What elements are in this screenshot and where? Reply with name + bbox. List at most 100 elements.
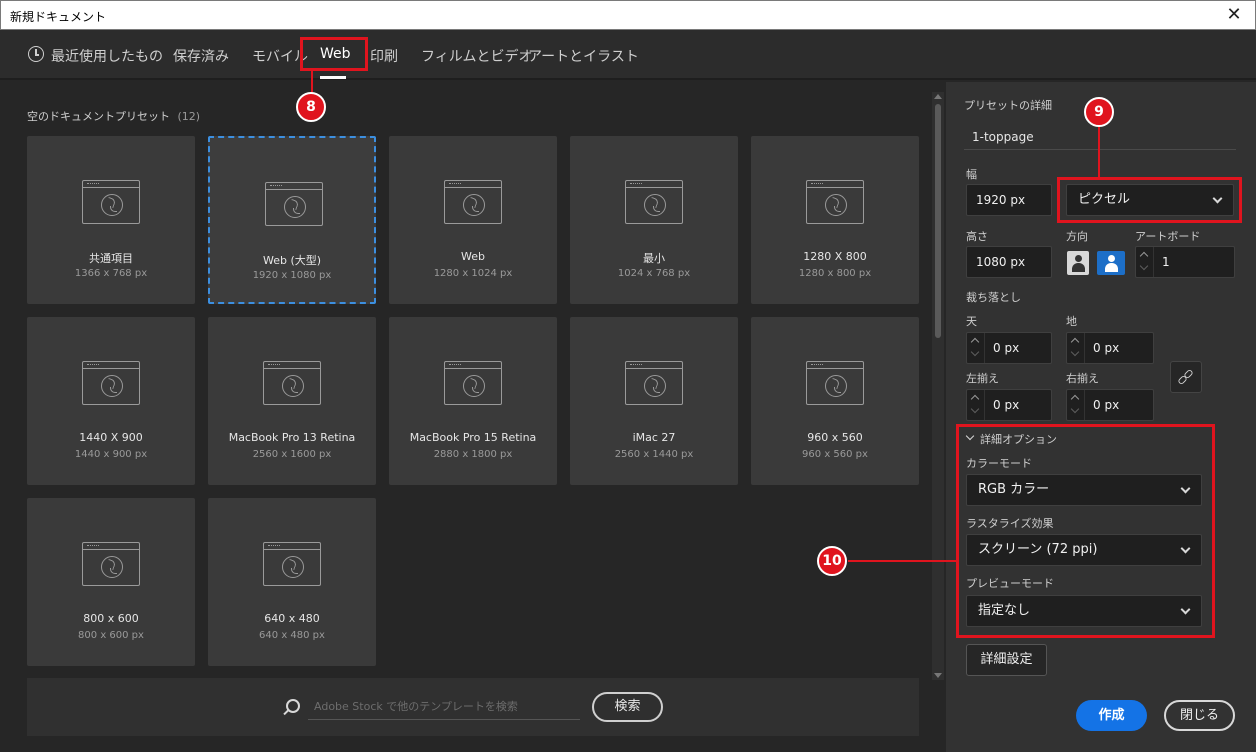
web-template-icon xyxy=(625,361,683,405)
height-label: 高さ xyxy=(966,230,988,243)
annotation-marker-10: 10 xyxy=(817,546,847,576)
preset-card-size: 1280 x 1024 px xyxy=(433,268,513,279)
preset-card-name: Web xyxy=(461,250,485,263)
preset-count: (12) xyxy=(177,110,201,123)
annotation-line-9 xyxy=(1098,127,1100,178)
stepper-arrows-icon[interactable] xyxy=(967,333,985,363)
stepper-arrows-icon[interactable] xyxy=(967,390,985,420)
preset-card-size: 1024 x 768 px xyxy=(617,268,691,279)
orientation-label: 方向 xyxy=(1066,230,1088,243)
web-template-icon xyxy=(625,180,683,224)
preset-card[interactable]: 1280 X 800 1280 x 800 px xyxy=(751,136,919,304)
preset-card-name: 共通項目 xyxy=(89,252,133,265)
bleed-top-value: 0 px xyxy=(993,341,1020,355)
web-template-icon xyxy=(806,361,864,405)
preset-card-size: 1440 x 900 px xyxy=(74,449,148,460)
preset-card-name: iMac 27 xyxy=(632,431,676,444)
bleed-top-label: 天 xyxy=(966,315,977,328)
stepper-arrows-icon[interactable] xyxy=(1067,333,1085,363)
annotation-line-10 xyxy=(848,560,956,562)
preset-card-size: 1366 x 768 px xyxy=(74,268,148,279)
close-button[interactable]: 閉じる xyxy=(1164,700,1235,731)
preset-card-name: 最小 xyxy=(643,252,665,265)
bleed-left-label: 左揃え xyxy=(966,372,999,385)
preset-card-name: 800 x 600 xyxy=(83,612,139,625)
bleed-label: 裁ち落とし xyxy=(966,291,1021,304)
stepper-arrows-icon[interactable] xyxy=(1136,247,1154,277)
width-field[interactable]: 1920 px xyxy=(966,184,1052,216)
scroll-down-icon[interactable] xyxy=(934,673,942,678)
preset-card-name: 1440 X 900 xyxy=(79,431,143,444)
preset-card[interactable]: Web (大型) 1920 x 1080 px xyxy=(208,136,376,304)
preset-card[interactable]: 640 x 480 640 x 480 px xyxy=(208,498,376,666)
preset-card-name: Web (大型) xyxy=(262,254,322,267)
window-title: 新規ドキュメント xyxy=(10,10,107,24)
preset-scrollbar[interactable] xyxy=(932,92,944,680)
web-template-icon xyxy=(444,361,502,405)
scroll-up-icon[interactable] xyxy=(934,94,942,99)
stepper-arrows-icon[interactable] xyxy=(1067,390,1085,420)
preset-card[interactable]: Web 1280 x 1024 px xyxy=(389,136,557,304)
create-button[interactable]: 作成 xyxy=(1076,700,1147,731)
preset-card-name: 1280 X 800 xyxy=(803,250,867,263)
artboard-label: アートボード xyxy=(1135,230,1201,243)
preset-card[interactable]: 1440 X 900 1440 x 900 px xyxy=(27,317,195,485)
web-template-icon xyxy=(82,180,140,224)
preset-card[interactable]: 960 x 560 960 x 560 px xyxy=(751,317,919,485)
scroll-thumb[interactable] xyxy=(935,104,941,338)
preset-card[interactable]: 共通項目 1366 x 768 px xyxy=(27,136,195,304)
portrait-orientation-icon[interactable] xyxy=(1067,251,1089,275)
bleed-top-stepper[interactable]: 0 px xyxy=(966,332,1052,364)
bleed-right-stepper[interactable]: 0 px xyxy=(1066,389,1154,421)
height-field[interactable]: 1080 px xyxy=(966,246,1052,278)
preset-name-field[interactable]: 1-toppage xyxy=(964,124,1236,150)
close-icon[interactable]: ✕ xyxy=(1223,4,1245,26)
preset-card-size: 800 x 600 px xyxy=(78,630,144,641)
link-bleed-button[interactable] xyxy=(1170,361,1202,393)
preset-card-size: 1920 x 1080 px xyxy=(252,270,332,281)
tab-saved[interactable]: 保存済み xyxy=(173,46,229,66)
web-template-icon xyxy=(444,180,502,224)
bleed-left-value: 0 px xyxy=(993,398,1020,412)
bleed-bottom-value: 0 px xyxy=(1093,341,1120,355)
landscape-orientation-icon[interactable] xyxy=(1097,251,1125,275)
preset-card-name: MacBook Pro 15 Retina xyxy=(409,431,537,444)
preset-card[interactable]: MacBook Pro 15 Retina 2880 x 1800 px xyxy=(389,317,557,485)
width-label: 幅 xyxy=(966,168,977,181)
bleed-left-stepper[interactable]: 0 px xyxy=(966,389,1052,421)
web-template-icon xyxy=(263,542,321,586)
search-button[interactable]: 検索 xyxy=(592,692,663,722)
web-template-icon xyxy=(82,542,140,586)
bleed-right-value: 0 px xyxy=(1093,398,1120,412)
preset-card-size: 2560 x 1440 px xyxy=(614,449,694,460)
artboard-stepper[interactable]: 1 xyxy=(1135,246,1235,278)
annotation-marker-9: 9 xyxy=(1084,97,1114,127)
title-bar: 新規ドキュメント ✕ xyxy=(0,0,1256,30)
preset-card-size: 960 x 560 px xyxy=(802,449,868,460)
bleed-bottom-stepper[interactable]: 0 px xyxy=(1066,332,1154,364)
web-template-icon xyxy=(265,182,323,226)
active-tab-indicator xyxy=(320,76,346,79)
preset-card-name: 640 x 480 xyxy=(264,612,320,625)
annotation-box-9 xyxy=(1057,177,1242,223)
tab-art-illustration[interactable]: アートとイラスト xyxy=(528,46,639,66)
stock-search-input[interactable] xyxy=(308,694,580,720)
preset-card[interactable]: 最小 1024 x 768 px xyxy=(570,136,738,304)
clock-icon xyxy=(28,46,44,62)
preset-card-size: 1280 x 800 px xyxy=(798,268,872,279)
preset-card-size: 2560 x 1600 px xyxy=(252,449,332,460)
bleed-right-label: 右揃え xyxy=(1066,372,1099,385)
tab-print[interactable]: 印刷 xyxy=(370,46,398,66)
preset-card[interactable]: 800 x 600 800 x 600 px xyxy=(27,498,195,666)
web-template-icon xyxy=(806,180,864,224)
preset-card[interactable]: MacBook Pro 13 Retina 2560 x 1600 px xyxy=(208,317,376,485)
web-template-icon xyxy=(263,361,321,405)
preset-card[interactable]: iMac 27 2560 x 1440 px xyxy=(570,317,738,485)
preset-card-size: 2880 x 1800 px xyxy=(433,449,513,460)
tab-film-video[interactable]: フィルムとビデオ xyxy=(421,46,532,66)
more-settings-button[interactable]: 詳細設定 xyxy=(966,644,1047,676)
annotation-box-10 xyxy=(956,424,1215,638)
preset-heading: 空のドキュメントプリセット (12) xyxy=(27,108,200,124)
tab-recent[interactable]: 最近使用したもの xyxy=(51,46,163,66)
web-template-icon xyxy=(82,361,140,405)
